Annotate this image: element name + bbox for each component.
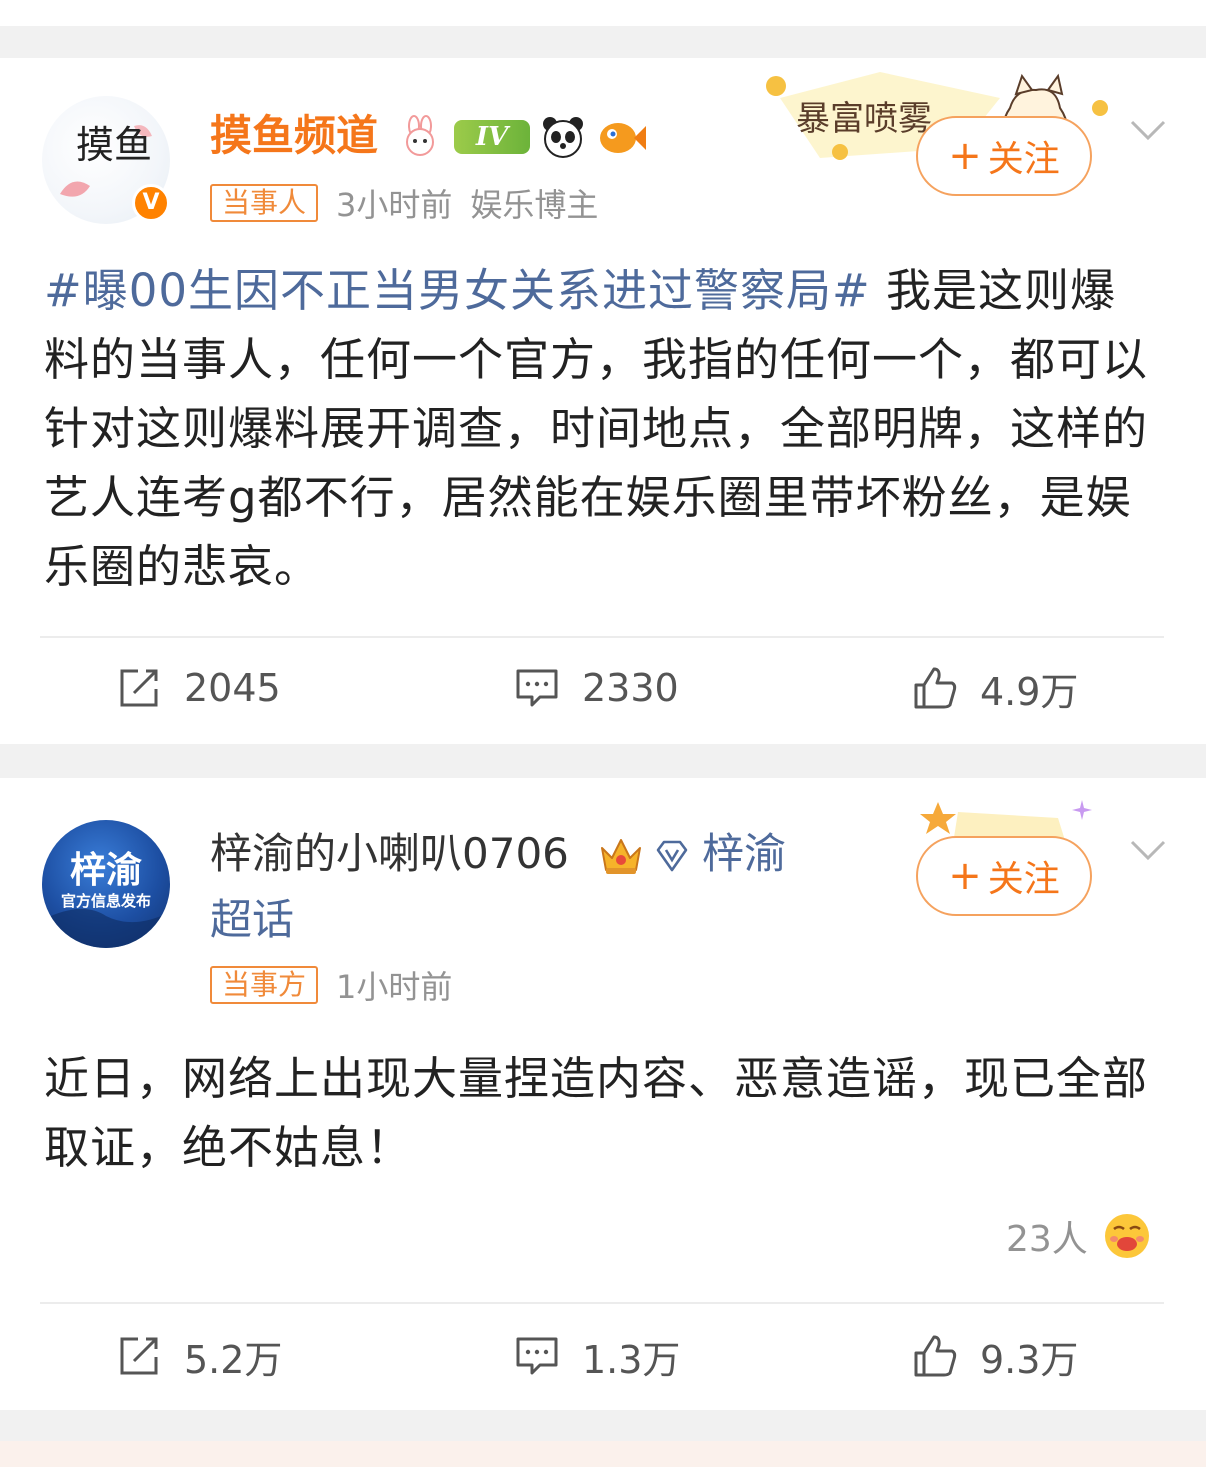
repost-button[interactable]: 5.2万 xyxy=(116,1326,282,1386)
like-icon xyxy=(914,667,957,709)
repost-count: 2045 xyxy=(184,666,281,710)
status-tag: 当事人 xyxy=(210,184,319,222)
repost-button[interactable]: 2045 xyxy=(116,658,281,718)
follow-button[interactable]: + 关注 xyxy=(916,836,1092,916)
avatar-title: 梓渝 xyxy=(70,850,142,891)
emoji-icon xyxy=(1104,1214,1149,1258)
fish-icon xyxy=(600,123,646,153)
like-button[interactable]: 9.3万 xyxy=(912,1326,1078,1386)
post-body: 近日，网络上出现大量捏造内容、恶意造谣，现已全部取证，绝不姑息！ xyxy=(44,1052,1149,1174)
avatar[interactable]: 摸鱼 V xyxy=(42,96,170,224)
avatar-text: 摸鱼 xyxy=(76,123,152,167)
feed-card: 摸鱼 V 摸鱼频道 IV 当事人 3小时前 娱乐博主 暴富喷雾 + 关注 #曝0… xyxy=(0,58,1206,744)
hashtag-link[interactable]: #曝00生因不正当男女关系进过警察局# xyxy=(44,264,871,317)
comment-count: 1.3万 xyxy=(582,1337,681,1382)
like-count: 9.3万 xyxy=(980,1337,1079,1382)
chevron-down-icon[interactable] xyxy=(1128,838,1168,862)
like-icon xyxy=(914,1335,957,1377)
comment-button[interactable]: 1.3万 xyxy=(514,1326,680,1386)
username[interactable]: 梓渝的小喇叭0706 xyxy=(210,826,569,882)
plus-icon: + xyxy=(948,133,982,179)
repost-icon xyxy=(120,669,158,707)
action-bar: 5.2万 1.3万 9.3万 xyxy=(0,1326,1206,1386)
comment-button[interactable]: 2330 xyxy=(514,658,679,718)
follow-button[interactable]: + 关注 xyxy=(916,116,1092,196)
follow-label: 关注 xyxy=(987,859,1060,900)
username[interactable]: 摸鱼频道 xyxy=(210,108,378,164)
post-content: 近日，网络上出现大量捏造内容、恶意造谣，现已全部取证，绝不姑息！ xyxy=(44,1044,1154,1184)
supertopic-link-suffix[interactable]: 超话 xyxy=(210,892,294,948)
comment-count: 2330 xyxy=(582,666,679,710)
level-badge: IV xyxy=(454,120,530,154)
avatar-subtitle: 官方信息发布 xyxy=(61,892,151,910)
status-tag: 当事方 xyxy=(210,966,319,1004)
reaction-count: 23人 xyxy=(1006,1219,1088,1260)
panda-icon xyxy=(543,117,583,158)
next-card-edge xyxy=(0,1441,1206,1467)
follow-label: 关注 xyxy=(987,139,1060,180)
banner-text: 暴富喷雾 xyxy=(796,99,932,139)
like-button[interactable]: 4.9万 xyxy=(912,658,1078,718)
post-content: #曝00生因不正当男女关系进过警察局# 我是这则爆料的当事人，任何一个官方，我指… xyxy=(44,256,1154,606)
action-bar: 2045 2330 4.9万 xyxy=(0,658,1206,718)
user-role: 娱乐博主 xyxy=(470,186,599,224)
level-badge-text: IV xyxy=(475,122,509,152)
reaction-summary[interactable]: 23人 xyxy=(1006,1210,1152,1262)
divider xyxy=(40,1302,1164,1304)
post-time: 1小时前 xyxy=(336,968,453,1006)
avatar[interactable]: 梓渝 官方信息发布 xyxy=(42,820,170,948)
chevron-down-icon[interactable] xyxy=(1128,118,1168,142)
plus-icon: + xyxy=(948,853,982,899)
divider xyxy=(40,636,1164,638)
repost-icon xyxy=(120,1337,158,1375)
verified-v-icon: V xyxy=(132,184,170,222)
crown-icon xyxy=(601,839,641,874)
post-time: 3小时前 xyxy=(336,186,453,224)
avatar-art: 梓渝 官方信息发布 xyxy=(42,850,170,948)
like-count: 4.9万 xyxy=(980,669,1079,714)
repost-count: 5.2万 xyxy=(184,1337,283,1382)
bunny-icon xyxy=(406,115,434,156)
diamond-icon xyxy=(656,840,688,872)
top-separator xyxy=(0,0,1206,26)
comment-icon xyxy=(516,1337,558,1375)
feed-card: 梓渝 官方信息发布 梓渝的小喇叭0706 梓渝 超话 当事方 1小时前 + 关注… xyxy=(0,778,1206,1410)
comment-icon xyxy=(516,669,558,707)
supertopic-link[interactable]: 梓渝 xyxy=(702,826,786,882)
